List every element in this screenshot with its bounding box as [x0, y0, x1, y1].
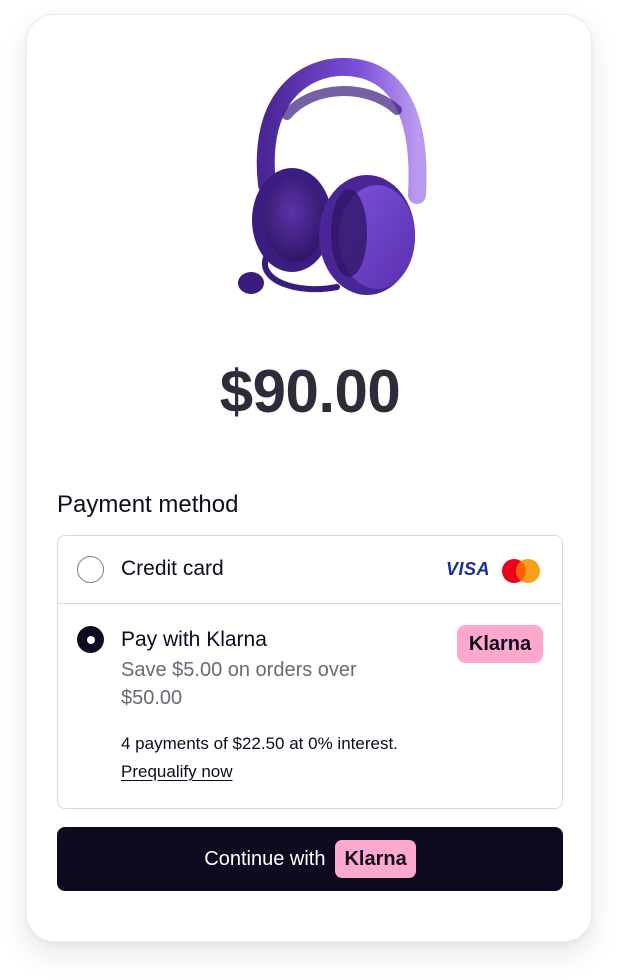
credit-card-label: Credit card — [121, 557, 224, 580]
checkout-card: $90.00 Payment method Credit card VISA P… — [26, 14, 592, 942]
payment-method-title: Payment method — [57, 491, 239, 518]
product-price: $90.00 — [219, 358, 401, 425]
prequalify-link[interactable]: Prequalify now — [121, 762, 233, 782]
payment-option-credit-card[interactable]: Credit card VISA — [58, 536, 562, 604]
klarna-radio[interactable] — [77, 626, 104, 653]
visa-logo: VISA — [446, 559, 491, 579]
continue-button-label: Continue with — [204, 847, 326, 870]
payment-methods-list: Credit card VISA Pay with Klarna Save $5… — [57, 535, 563, 809]
klarna-installments-text: 4 payments of $22.50 at 0% interest. — [121, 734, 398, 753]
continue-button-klarna-badge: Klarna — [335, 840, 416, 878]
credit-card-radio[interactable] — [77, 556, 104, 583]
klarna-label: Pay with Klarna — [121, 628, 267, 651]
continue-with-klarna-button[interactable]: Continue with Klarna — [57, 827, 563, 891]
headphones-icon — [238, 57, 427, 295]
klarna-badge: Klarna — [457, 625, 543, 663]
klarna-savings-text: Save $5.00 on orders over $50.00 — [121, 659, 357, 709]
mastercard-icon — [502, 559, 540, 583]
